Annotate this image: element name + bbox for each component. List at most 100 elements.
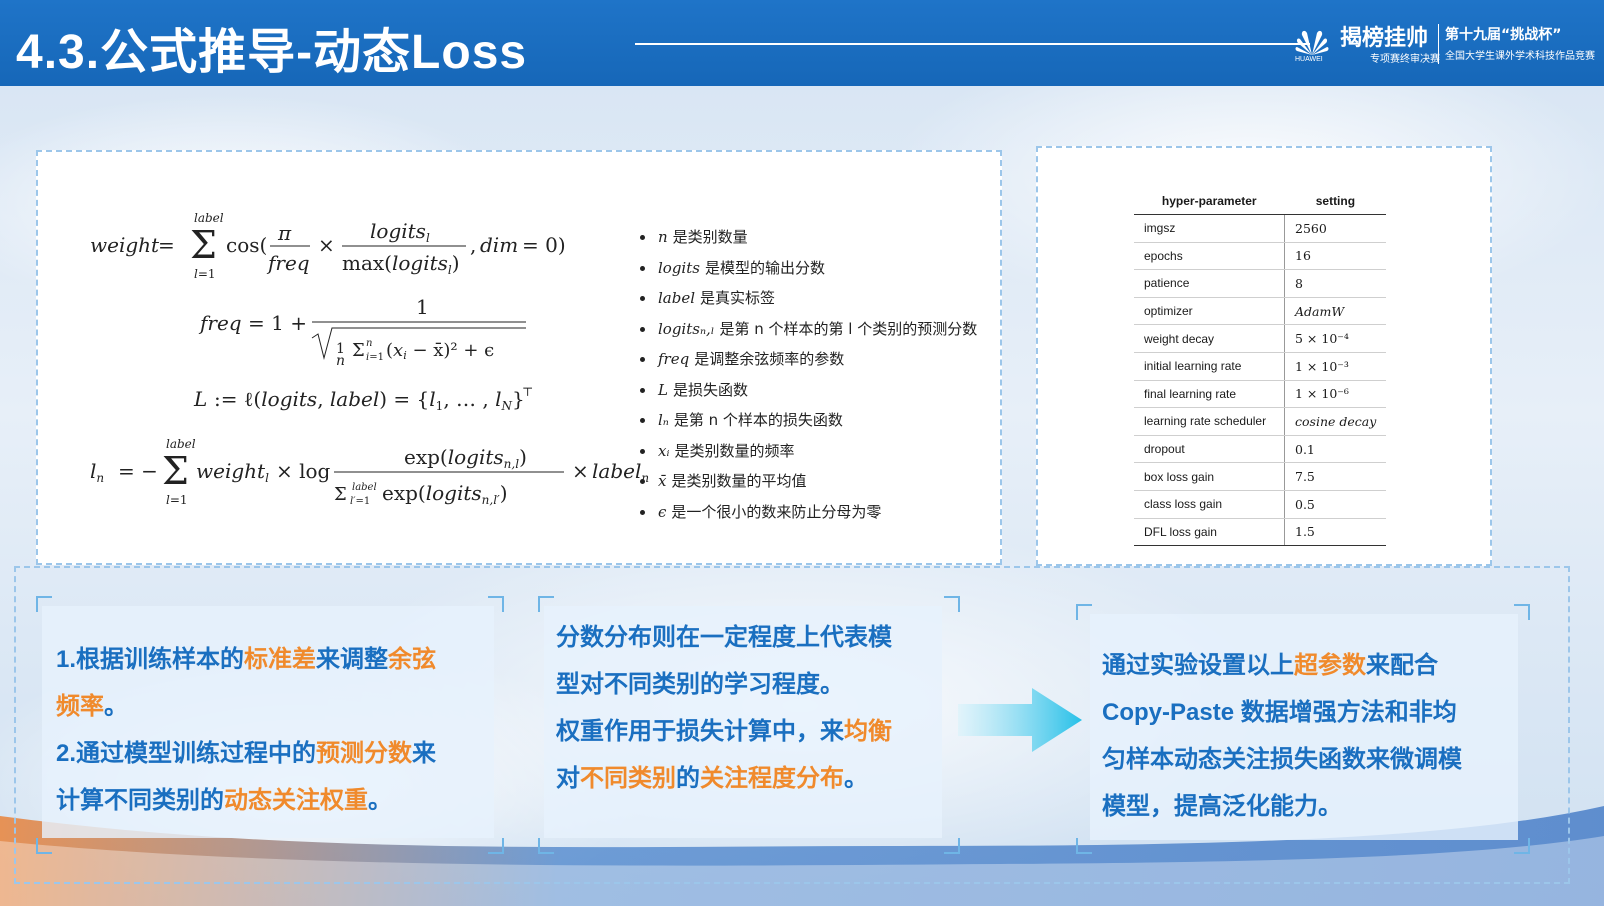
table-row: box loss gain 7.5 bbox=[1134, 462, 1387, 491]
param-value: 0.5 bbox=[1284, 490, 1387, 519]
hyperparameter-table: hyper-parameter setting imgsz 2560 epochs… bbox=[1134, 188, 1387, 547]
definition-item: x̄ 是类别数量的平均值 bbox=[638, 466, 998, 497]
column-header: hyper-parameter bbox=[1134, 188, 1285, 215]
table-row: weight decay 5 × 10⁻⁴ bbox=[1134, 324, 1387, 353]
definition-item: lₙ 是第 n 个样本的损失函数 bbox=[638, 405, 998, 436]
text-line: 权重作用于损失计算中，来均衡 bbox=[556, 718, 892, 745]
svg-text:i=1: i=1 bbox=[366, 352, 384, 363]
svg-text:exp(logitsn,l): exp(logitsn,l) bbox=[404, 445, 527, 471]
competition-subtitle: 全国大学生课外学术科技作品竞赛 bbox=[1445, 51, 1595, 62]
param-name: patience bbox=[1134, 269, 1285, 298]
corner-bracket bbox=[538, 596, 554, 612]
header-bar: 4.3.公式推导-动态Loss HUAWEI 揭榜挂帅 专项赛终审决赛 第十九届… bbox=[0, 0, 1604, 86]
svg-text:L: L bbox=[193, 387, 207, 411]
symbol-definition-list: n 是类别数量 logits 是模型的输出分数 label 是真实标签 logitsₙ… bbox=[638, 222, 998, 527]
param-value: 1 × 10⁻³ bbox=[1284, 352, 1387, 381]
svg-text:ln: ln bbox=[90, 459, 104, 485]
param-name: imgsz bbox=[1134, 214, 1285, 243]
svg-text:max(logitsl): max(logitsl) bbox=[342, 251, 460, 277]
svg-text:⊤: ⊤ bbox=[522, 385, 533, 399]
logo-area: HUAWEI 揭榜挂帅 专项赛终审决赛 第十九届“挑战杯” 全国大学生课外学术科… bbox=[1295, 18, 1595, 70]
table-row: learning rate scheduler cosine decay bbox=[1134, 407, 1387, 436]
param-name: epochs bbox=[1134, 242, 1285, 271]
table-row: DFL loss gain 1.5 bbox=[1134, 518, 1387, 547]
definition-item: logits 是模型的输出分数 bbox=[638, 253, 998, 284]
corner-bracket bbox=[488, 838, 504, 854]
param-value: 8 bbox=[1284, 269, 1387, 298]
param-value: 1 × 10⁻⁶ bbox=[1284, 380, 1387, 409]
svg-text:cos(: cos( bbox=[226, 233, 267, 257]
svg-text:= 1 +: = 1 + bbox=[248, 311, 307, 335]
svg-text:l=1: l=1 bbox=[194, 267, 216, 281]
svg-text:(xi − x̄)² + ϵ: (xi − x̄)² + ϵ bbox=[386, 340, 494, 362]
text-line: 计算不同类别的动态关注权重。 bbox=[56, 787, 392, 814]
callout-weight-text: 分数分布则在一定程度上代表模 型对不同类别的学习程度。 权重作用于损失计算中，来… bbox=[556, 614, 936, 802]
param-value: 2560 bbox=[1284, 214, 1387, 243]
param-value: AdamW bbox=[1284, 297, 1387, 326]
table-row: final learning rate 1 × 10⁻⁶ bbox=[1134, 380, 1387, 409]
param-name: class loss gain bbox=[1134, 490, 1285, 519]
page-title: 4.3.公式推导-动态Loss bbox=[16, 26, 528, 79]
text-line: 2.通过模型训练过程中的预测分数来 bbox=[56, 740, 437, 767]
svg-text:Σ: Σ bbox=[162, 449, 189, 493]
text-line: 型对不同类别的学习程度。 bbox=[556, 671, 844, 698]
formula-panel: weight = label Σ l=1 cos( π freq × logit… bbox=[36, 150, 1002, 565]
param-value: 16 bbox=[1284, 242, 1387, 271]
param-name: learning rate scheduler bbox=[1134, 407, 1285, 436]
definition-item: n 是类别数量 bbox=[638, 222, 998, 253]
param-name: DFL loss gain bbox=[1134, 518, 1285, 547]
svg-text::= ℓ(logits, label) = {l1, … ,: := ℓ(logits, label) = {l1, … , lN} bbox=[214, 387, 525, 413]
svg-text:dim: dim bbox=[480, 233, 518, 257]
svg-text:l=1: l=1 bbox=[166, 493, 188, 507]
brand-subtitle: 专项赛终审决赛 bbox=[1370, 54, 1440, 65]
brand-title: 揭榜挂帅 bbox=[1340, 25, 1429, 50]
svg-text:Σ: Σ bbox=[190, 223, 217, 267]
text-line: 对不同类别的关注程度分布。 bbox=[556, 765, 868, 792]
svg-text:×: × bbox=[318, 233, 335, 257]
callout-method-text: 1.根据训练样本的标准差来调整余弦 频率。 2.通过模型训练过程中的预测分数来 … bbox=[56, 636, 486, 824]
svg-text:× log: × log bbox=[276, 459, 331, 483]
table-header-row: hyper-parameter setting bbox=[1134, 188, 1387, 215]
param-value: 1.5 bbox=[1284, 518, 1387, 547]
corner-bracket bbox=[944, 596, 960, 612]
loss-formulas: weight = label Σ l=1 cos( π freq × logit… bbox=[90, 211, 649, 507]
logo-separator bbox=[1438, 24, 1439, 64]
definition-item: label 是真实标签 bbox=[638, 283, 998, 314]
text-line: 模型，提高泛化能力。 bbox=[1102, 793, 1342, 820]
svg-text:1: 1 bbox=[416, 295, 429, 319]
svg-text:=: = bbox=[158, 233, 175, 257]
svg-text:×: × bbox=[572, 459, 589, 483]
corner-bracket bbox=[1514, 604, 1530, 620]
competition-title: 第十九届“挑战杯” bbox=[1445, 27, 1562, 43]
param-name: initial learning rate bbox=[1134, 352, 1285, 381]
param-value: 0.1 bbox=[1284, 435, 1387, 464]
table-row: class loss gain 0.5 bbox=[1134, 490, 1387, 519]
param-name: box loss gain bbox=[1134, 462, 1285, 491]
table-row: dropout 0.1 bbox=[1134, 435, 1387, 464]
param-value: cosine decay bbox=[1284, 407, 1387, 436]
svg-text:logitsl: logitsl bbox=[370, 219, 430, 245]
svg-text:= −: = − bbox=[118, 459, 158, 483]
definition-item: logitsₙ,ₗ 是第 n 个样本的第 l 个类别的预测分数 bbox=[638, 314, 998, 345]
param-value: 5 × 10⁻⁴ bbox=[1284, 324, 1387, 353]
corner-bracket bbox=[1514, 838, 1530, 854]
svg-text:exp(logitsn,l′): exp(logitsn,l′) bbox=[382, 481, 508, 507]
header-divider bbox=[635, 43, 1310, 45]
svg-text:weightl: weightl bbox=[196, 459, 269, 485]
text-line: 匀样本动态关注损失函数来微调模 bbox=[1102, 746, 1462, 773]
table-row: initial learning rate 1 × 10⁻³ bbox=[1134, 352, 1387, 381]
corner-bracket bbox=[36, 596, 52, 612]
text-line: 1.根据训练样本的标准差来调整余弦 bbox=[56, 646, 437, 673]
corner-bracket bbox=[36, 838, 52, 854]
definition-item: L 是损失函数 bbox=[638, 375, 998, 406]
corner-bracket bbox=[1076, 838, 1092, 854]
table-row: patience 8 bbox=[1134, 269, 1387, 298]
corner-bracket bbox=[538, 838, 554, 854]
svg-text:n: n bbox=[336, 353, 345, 369]
svg-text:,: , bbox=[470, 233, 476, 257]
svg-text:label: label bbox=[352, 482, 377, 493]
svg-text:freq: freq bbox=[198, 311, 242, 335]
param-name: optimizer bbox=[1134, 297, 1285, 326]
svg-text:= 0): = 0) bbox=[522, 233, 566, 257]
column-header: setting bbox=[1284, 188, 1387, 215]
